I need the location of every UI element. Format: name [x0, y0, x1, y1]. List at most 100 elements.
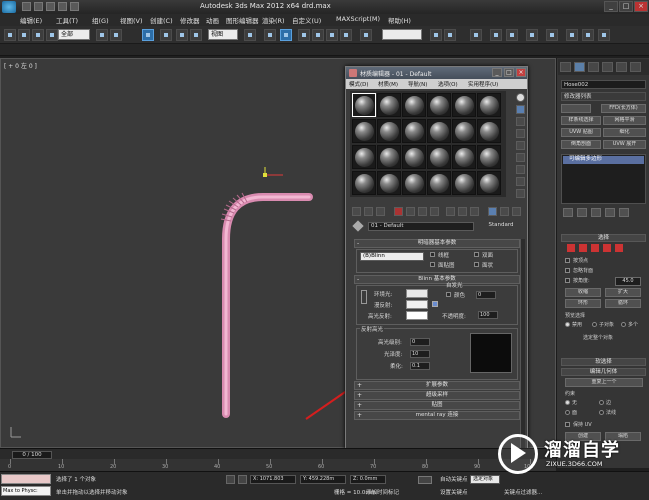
schematic-view-icon[interactable] — [506, 29, 518, 41]
mat-maximize-button[interactable]: □ — [504, 68, 514, 77]
maps-rollout[interactable]: + 贴图 — [354, 401, 520, 410]
menu-help[interactable]: 帮助(H) — [388, 15, 411, 25]
spinner-snap-icon[interactable] — [340, 29, 352, 41]
set-key-button[interactable]: 设置关键点 — [440, 488, 468, 496]
grow-button[interactable]: 扩大 — [605, 288, 641, 297]
constraint-edge-radio[interactable] — [599, 400, 604, 405]
menu-view[interactable]: 视图(V) — [120, 15, 143, 25]
meshsmooth-button[interactable]: 网格平滑 — [603, 116, 646, 125]
diffuse-color-swatch[interactable] — [406, 300, 428, 309]
create-tab-icon[interactable] — [560, 62, 571, 72]
save-file-icon[interactable] — [46, 2, 55, 11]
mat-close-button[interactable]: × — [516, 68, 526, 77]
open-file-icon[interactable] — [34, 2, 43, 11]
wire-checkbox[interactable] — [430, 252, 435, 257]
sample-slot[interactable] — [402, 119, 426, 143]
app-logo-icon[interactable] — [2, 1, 16, 13]
unwrap-uvw-button[interactable]: UVW 展开 — [603, 140, 646, 149]
shader-type-dropdown[interactable]: (B)Blinn — [360, 252, 424, 261]
sample-slot[interactable] — [377, 93, 401, 117]
assign-material-icon[interactable] — [376, 207, 385, 216]
vertex-mode-icon[interactable] — [567, 244, 575, 252]
show-map-icon[interactable] — [458, 207, 467, 216]
soft-selection-rollout[interactable]: 软选择 — [561, 358, 646, 366]
shrink-button[interactable]: 收缩 — [565, 288, 601, 297]
select-by-name-icon[interactable] — [110, 29, 122, 41]
keyboard-shortcut-toggle-icon[interactable] — [280, 29, 292, 41]
material-editor-icon[interactable] — [526, 29, 538, 41]
display-tab-icon[interactable] — [616, 62, 627, 72]
render-setup-icon[interactable] — [546, 29, 558, 41]
opacity-spinner[interactable]: 100 — [478, 311, 498, 319]
go-to-parent-icon[interactable] — [488, 207, 497, 216]
select-by-material-icon[interactable] — [516, 177, 525, 186]
y-coordinate-field[interactable]: Y: 459.228m — [300, 475, 346, 484]
supersampling-rollout[interactable]: + 超级采样 — [354, 391, 520, 400]
sample-type-icon[interactable] — [516, 93, 525, 102]
time-slider[interactable]: 0 / 100 — [0, 448, 556, 459]
sample-slot[interactable] — [402, 93, 426, 117]
snaps-toggle-icon[interactable] — [298, 29, 310, 41]
menu-animation[interactable]: 动画 — [206, 15, 219, 25]
stack-item-editable-poly[interactable]: 可编辑多边形 — [563, 156, 644, 164]
modifier-list-dropdown[interactable]: 修改器列表 — [561, 92, 646, 101]
track-bar[interactable]: 0 10 20 30 40 50 60 70 80 90 100 — [0, 459, 556, 471]
extended-params-rollout[interactable]: + 扩展参数 — [354, 381, 520, 390]
modifier-stack[interactable]: 可编辑多边形 — [561, 154, 646, 204]
material-map-navigator-icon[interactable] — [516, 189, 525, 198]
sample-slot[interactable] — [452, 145, 476, 169]
put-to-library-icon[interactable] — [430, 207, 439, 216]
constraint-face-radio[interactable] — [565, 410, 570, 415]
blinn-basic-rollout-header[interactable]: - Blinn 基本参数 — [354, 275, 520, 284]
spec-level-spinner[interactable]: 0 — [410, 338, 430, 346]
sample-slot[interactable] — [427, 145, 451, 169]
selection-filter-dropdown[interactable]: 全部 — [58, 29, 90, 40]
sample-slot[interactable] — [402, 145, 426, 169]
sample-slot[interactable] — [427, 119, 451, 143]
percent-snap-icon[interactable] — [326, 29, 338, 41]
menu-graph-editors[interactable]: 图形编辑器 — [226, 15, 259, 25]
put-to-scene-icon[interactable] — [364, 207, 373, 216]
uvw-map-button[interactable]: UVW 贴图 — [561, 128, 601, 137]
modify-tab-icon[interactable] — [574, 62, 585, 72]
uv-tiling-icon[interactable] — [516, 129, 525, 138]
select-link-icon[interactable] — [18, 29, 30, 41]
make-preview-icon[interactable] — [516, 153, 525, 162]
shader-basic-rollout-header[interactable]: - 明暗器基本参数 — [354, 239, 520, 248]
rendered-frame-icon[interactable] — [566, 29, 578, 41]
sample-slot[interactable] — [452, 119, 476, 143]
mat-menu-mode[interactable]: 模式(D) — [349, 80, 369, 88]
eyedropper-icon[interactable] — [352, 220, 364, 232]
window-crossing-icon[interactable] — [160, 29, 172, 41]
get-material-icon[interactable] — [352, 207, 361, 216]
sample-slot[interactable] — [427, 171, 451, 195]
make-unique-mat-icon[interactable] — [418, 207, 427, 216]
hierarchy-tab-icon[interactable] — [588, 62, 599, 72]
menu-rendering[interactable]: 渲染(R) — [262, 15, 285, 25]
sample-slot[interactable] — [377, 171, 401, 195]
border-mode-icon[interactable] — [591, 244, 599, 252]
video-color-check-icon[interactable] — [516, 141, 525, 150]
tessellate-button[interactable]: 细化 — [603, 128, 646, 137]
mat-menu-navigation[interactable]: 导航(N) — [408, 80, 427, 88]
mat-menu-options[interactable]: 选项(O) — [438, 80, 458, 88]
mat-menu-utilities[interactable]: 实用程序(U) — [468, 80, 498, 88]
pin-stack-icon[interactable] — [563, 208, 573, 217]
maximize-button[interactable]: □ — [619, 1, 633, 12]
menu-edit[interactable]: 编辑(E) — [20, 15, 42, 25]
self-illum-color-checkbox[interactable] — [446, 292, 451, 297]
sample-slot[interactable] — [402, 171, 426, 195]
sample-slot[interactable] — [477, 171, 501, 195]
menu-group[interactable]: 组(G) — [92, 15, 109, 25]
mat-menu-material[interactable]: 材质(M) — [378, 80, 398, 88]
sample-slot[interactable] — [452, 171, 476, 195]
align-icon[interactable] — [444, 29, 456, 41]
mental-ray-rollout[interactable]: + mental ray 连接 — [354, 411, 520, 420]
pick-material-icon[interactable] — [512, 207, 521, 216]
material-type-button[interactable]: Standard — [478, 222, 522, 231]
sample-slot[interactable] — [352, 145, 376, 169]
sample-slot[interactable] — [427, 93, 451, 117]
select-rotate-icon[interactable] — [190, 29, 202, 41]
material-id-icon[interactable] — [446, 207, 455, 216]
edit-geometry-rollout[interactable]: 编辑几何体 — [561, 368, 646, 376]
